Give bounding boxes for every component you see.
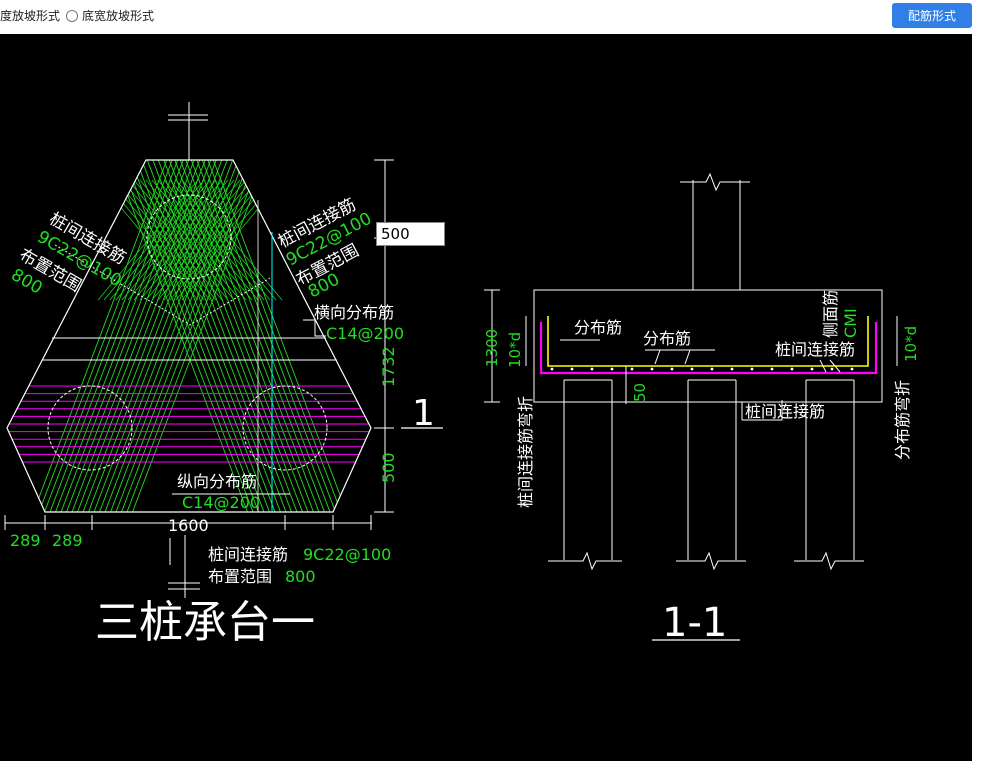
radio-label-bottom-width-slope[interactable]: 底宽放坡形式 xyxy=(82,7,154,24)
trans-dist-label: 横向分布筋 xyxy=(314,303,394,322)
dim-289-left: 289 xyxy=(10,531,41,550)
section-mark-1: 1 xyxy=(412,393,435,434)
sec-side-label: 侧面筋 xyxy=(821,290,840,338)
dim-1600: 1600 xyxy=(168,516,209,535)
radio-label-angle-slope[interactable]: 度放坡形式 xyxy=(0,7,60,24)
dim-500-right: 500 xyxy=(379,452,398,483)
sec-left-vertical: 桩间连接筋弯折 xyxy=(516,396,535,508)
sec-dist-label-2: 分布筋 xyxy=(643,329,691,348)
sec-dim-10d-left: 10*d xyxy=(506,332,524,368)
sec-dim-1300: 1300 xyxy=(483,329,501,367)
reinforcement-form-button[interactable]: 配筋形式 xyxy=(892,3,972,28)
bottom-range-value: 800 xyxy=(285,567,316,586)
pile-left xyxy=(47,385,133,471)
dim-1732: 1732 xyxy=(379,346,398,387)
trans-dist-spec: C14@200 xyxy=(326,324,404,343)
bottom-conn-label: 桩间连接筋 xyxy=(208,545,288,564)
dimension-edit-input[interactable] xyxy=(376,222,445,246)
section-view: 分布筋 分布筋 桩间连接筋 桩间连接筋 侧面筋 CMI 桩间连接筋弯折 分布筋弯… xyxy=(483,172,920,646)
sec-dist-label-1: 分布筋 xyxy=(574,318,622,337)
long-dist-label: 纵向分布筋 xyxy=(177,472,257,491)
sec-dim-10d-right: 10*d xyxy=(902,326,920,362)
sec-side-spec: CMI xyxy=(841,308,860,338)
bottom-conn-spec: 9C22@100 xyxy=(303,545,391,564)
toolbar: 度放坡形式 底宽放坡形式 配筋形式 xyxy=(0,0,986,34)
right-margin xyxy=(972,34,986,761)
sec-conn-label-1: 桩间连接筋 xyxy=(775,340,855,359)
sec-dim-50: 50 xyxy=(631,383,649,402)
slope-radio-group: 度放坡形式 底宽放坡形式 xyxy=(0,7,154,24)
radio-bottom-width-slope[interactable] xyxy=(66,9,79,22)
sec-conn-label-2: 桩间连接筋 xyxy=(745,402,825,421)
cad-drawing: 桩间连接筋 9C22@100 布置范围 800 桩间连接筋 9C22@100 布… xyxy=(4,102,920,648)
section-title: 1-1 xyxy=(662,600,727,646)
plan-title: 三桩承台一 xyxy=(95,597,315,648)
sec-right-vertical: 分布筋弯折 xyxy=(893,380,912,460)
long-dist-spec: C14@200 xyxy=(182,493,260,512)
bottom-range-label: 布置范围 xyxy=(208,567,272,586)
plan-view: 桩间连接筋 9C22@100 布置范围 800 桩间连接筋 9C22@100 布… xyxy=(4,102,443,648)
cad-drawing-canvas[interactable]: 桩间连接筋 9C22@100 布置范围 800 桩间连接筋 9C22@100 布… xyxy=(0,34,972,761)
dim-289-right: 289 xyxy=(52,531,83,550)
